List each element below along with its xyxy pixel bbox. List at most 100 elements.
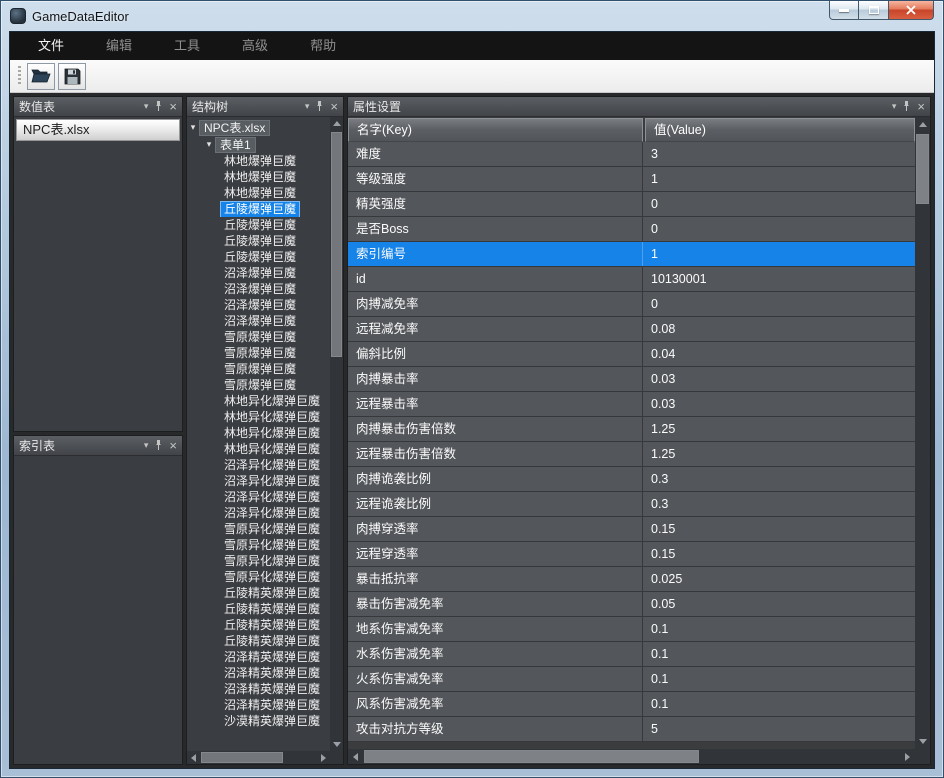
tree-item[interactable]: 丘陵爆弹巨魔 bbox=[187, 217, 330, 233]
tree-sheet-label[interactable]: 表单1 bbox=[215, 137, 256, 153]
property-row[interactable]: id 10130001 bbox=[348, 267, 915, 292]
chevron-down-icon[interactable]: ▾ bbox=[305, 102, 310, 111]
property-key[interactable]: 风系伤害减免率 bbox=[348, 692, 643, 716]
value-table-panel-header[interactable]: 数值表 ▾ × bbox=[14, 97, 182, 117]
tree-item[interactable]: 林地爆弹巨魔 bbox=[187, 169, 330, 185]
scroll-down-arrow[interactable] bbox=[330, 738, 343, 751]
property-row[interactable]: 地系伤害减免率 0.1 bbox=[348, 617, 915, 642]
tree-item[interactable]: 沼泽异化爆弹巨魔 bbox=[187, 489, 330, 505]
property-key[interactable]: 水系伤害减免率 bbox=[348, 642, 643, 666]
menu-item[interactable]: 高级 bbox=[221, 32, 289, 60]
tree-item[interactable]: 沼泽爆弹巨魔 bbox=[187, 265, 330, 281]
chevron-down-icon[interactable]: ▾ bbox=[144, 441, 149, 450]
property-row[interactable]: 等级强度 1 bbox=[348, 167, 915, 192]
tree-item[interactable]: 沼泽精英爆弹巨魔 bbox=[187, 649, 330, 665]
tree-item[interactable]: 沙漠精英爆弹巨魔 bbox=[187, 713, 330, 729]
property-row[interactable]: 远程诡袭比例 0.3 bbox=[348, 492, 915, 517]
tree-item[interactable]: 雪原异化爆弹巨魔 bbox=[187, 569, 330, 585]
property-value[interactable]: 0.15 bbox=[643, 517, 915, 541]
chevron-down-icon[interactable]: ▾ bbox=[892, 102, 897, 111]
close-icon[interactable]: × bbox=[169, 100, 177, 113]
property-row[interactable]: 肉搏穿透率 0.15 bbox=[348, 517, 915, 542]
toolbar-grip[interactable] bbox=[18, 66, 21, 86]
property-value[interactable]: 0.04 bbox=[643, 342, 915, 366]
property-row[interactable]: 是否Boss 0 bbox=[348, 217, 915, 242]
property-key[interactable]: 肉搏减免率 bbox=[348, 292, 643, 316]
property-row[interactable]: 火系伤害减免率 0.1 bbox=[348, 667, 915, 692]
tree-item[interactable]: 林地异化爆弹巨魔 bbox=[187, 393, 330, 409]
property-value[interactable]: 10130001 bbox=[643, 267, 915, 291]
tree-item[interactable]: 丘陵精英爆弹巨魔 bbox=[187, 633, 330, 649]
property-row[interactable]: 攻击对抗方等级 5 bbox=[348, 717, 915, 742]
property-value[interactable]: 0.08 bbox=[643, 317, 915, 341]
tree-item[interactable]: 丘陵爆弹巨魔 bbox=[187, 249, 330, 265]
property-key[interactable]: 远程暴击率 bbox=[348, 392, 643, 416]
property-key[interactable]: 远程减免率 bbox=[348, 317, 643, 341]
tree-item[interactable]: 雪原爆弹巨魔 bbox=[187, 329, 330, 345]
property-row[interactable]: 肉搏诡袭比例 0.3 bbox=[348, 467, 915, 492]
property-row[interactable]: 远程暴击伤害倍数 1.25 bbox=[348, 442, 915, 467]
tree-item[interactable]: 沼泽精英爆弹巨魔 bbox=[187, 681, 330, 697]
property-key[interactable]: 火系伤害减免率 bbox=[348, 667, 643, 691]
property-value[interactable]: 0.1 bbox=[643, 692, 915, 716]
property-value[interactable]: 0.1 bbox=[643, 617, 915, 641]
property-key[interactable]: 索引编号 bbox=[348, 242, 643, 266]
tree-item[interactable]: 雪原爆弹巨魔 bbox=[187, 361, 330, 377]
property-key[interactable]: 远程暴击伤害倍数 bbox=[348, 442, 643, 466]
property-key[interactable]: 肉搏诡袭比例 bbox=[348, 467, 643, 491]
close-icon[interactable]: × bbox=[917, 100, 925, 113]
property-key[interactable]: 地系伤害减免率 bbox=[348, 617, 643, 641]
tree-item[interactable]: 林地异化爆弹巨魔 bbox=[187, 409, 330, 425]
tree-expander-icon[interactable]: ▾ bbox=[187, 122, 199, 133]
tree-item[interactable]: 雪原爆弹巨魔 bbox=[187, 377, 330, 393]
structure-tree-panel-header[interactable]: 结构树 ▾ × bbox=[187, 97, 343, 117]
property-value[interactable]: 0.15 bbox=[643, 542, 915, 566]
property-key[interactable]: 是否Boss bbox=[348, 217, 643, 241]
pin-icon[interactable] bbox=[315, 101, 324, 112]
property-row[interactable]: 远程穿透率 0.15 bbox=[348, 542, 915, 567]
tree-item[interactable]: 沼泽爆弹巨魔 bbox=[187, 313, 330, 329]
scroll-down-arrow[interactable] bbox=[915, 734, 930, 749]
property-value[interactable]: 1 bbox=[643, 167, 915, 191]
scroll-up-arrow[interactable] bbox=[330, 117, 343, 130]
property-value[interactable]: 0 bbox=[643, 217, 915, 241]
property-value[interactable]: 0.025 bbox=[643, 567, 915, 591]
property-row[interactable]: 远程减免率 0.08 bbox=[348, 317, 915, 342]
property-key[interactable]: 远程穿透率 bbox=[348, 542, 643, 566]
tree-item[interactable]: 林地异化爆弹巨魔 bbox=[187, 441, 330, 457]
property-row[interactable]: 暴击伤害减免率 0.05 bbox=[348, 592, 915, 617]
tree-expander-icon[interactable]: ▾ bbox=[203, 139, 215, 150]
close-button[interactable] bbox=[888, 1, 934, 20]
property-row[interactable]: 索引编号 1 bbox=[348, 242, 915, 267]
scroll-up-arrow[interactable] bbox=[915, 117, 930, 132]
property-row[interactable]: 肉搏暴击伤害倍数 1.25 bbox=[348, 417, 915, 442]
tree-item[interactable]: 沼泽异化爆弹巨魔 bbox=[187, 505, 330, 521]
property-value[interactable]: 1.25 bbox=[643, 442, 915, 466]
tree-item[interactable]: 丘陵精英爆弹巨魔 bbox=[187, 601, 330, 617]
property-row[interactable]: 远程暴击率 0.03 bbox=[348, 392, 915, 417]
property-row[interactable]: 精英强度 0 bbox=[348, 192, 915, 217]
property-value[interactable]: 0.03 bbox=[643, 367, 915, 391]
tree-item[interactable]: 沼泽异化爆弹巨魔 bbox=[187, 457, 330, 473]
tree-item[interactable]: 沼泽精英爆弹巨魔 bbox=[187, 665, 330, 681]
property-key[interactable]: 肉搏暴击伤害倍数 bbox=[348, 417, 643, 441]
tree-item[interactable]: 雪原异化爆弹巨魔 bbox=[187, 521, 330, 537]
tree-sheet-node[interactable]: ▾ 表单1 bbox=[187, 136, 330, 153]
menu-item[interactable]: 编辑 bbox=[85, 32, 153, 60]
menu-item[interactable]: 文件 bbox=[17, 32, 85, 60]
property-key[interactable]: 暴击抵抗率 bbox=[348, 567, 643, 591]
open-file-button[interactable] bbox=[27, 63, 55, 90]
minimize-button[interactable] bbox=[829, 1, 859, 20]
tree-hscroll-thumb[interactable] bbox=[201, 752, 283, 763]
property-key[interactable]: 攻击对抗方等级 bbox=[348, 717, 643, 741]
scroll-left-arrow[interactable] bbox=[348, 749, 363, 764]
tree-root-node[interactable]: ▾ NPC表.xlsx bbox=[187, 119, 330, 136]
pin-icon[interactable] bbox=[154, 440, 163, 451]
scroll-right-arrow[interactable] bbox=[900, 749, 915, 764]
tree-item[interactable]: 林地爆弹巨魔 bbox=[187, 185, 330, 201]
property-key[interactable]: 难度 bbox=[348, 142, 643, 166]
property-row[interactable]: 难度 3 bbox=[348, 142, 915, 167]
properties-horizontal-scrollbar[interactable] bbox=[348, 749, 915, 764]
property-row[interactable]: 暴击抵抗率 0.025 bbox=[348, 567, 915, 592]
property-key[interactable]: 肉搏穿透率 bbox=[348, 517, 643, 541]
